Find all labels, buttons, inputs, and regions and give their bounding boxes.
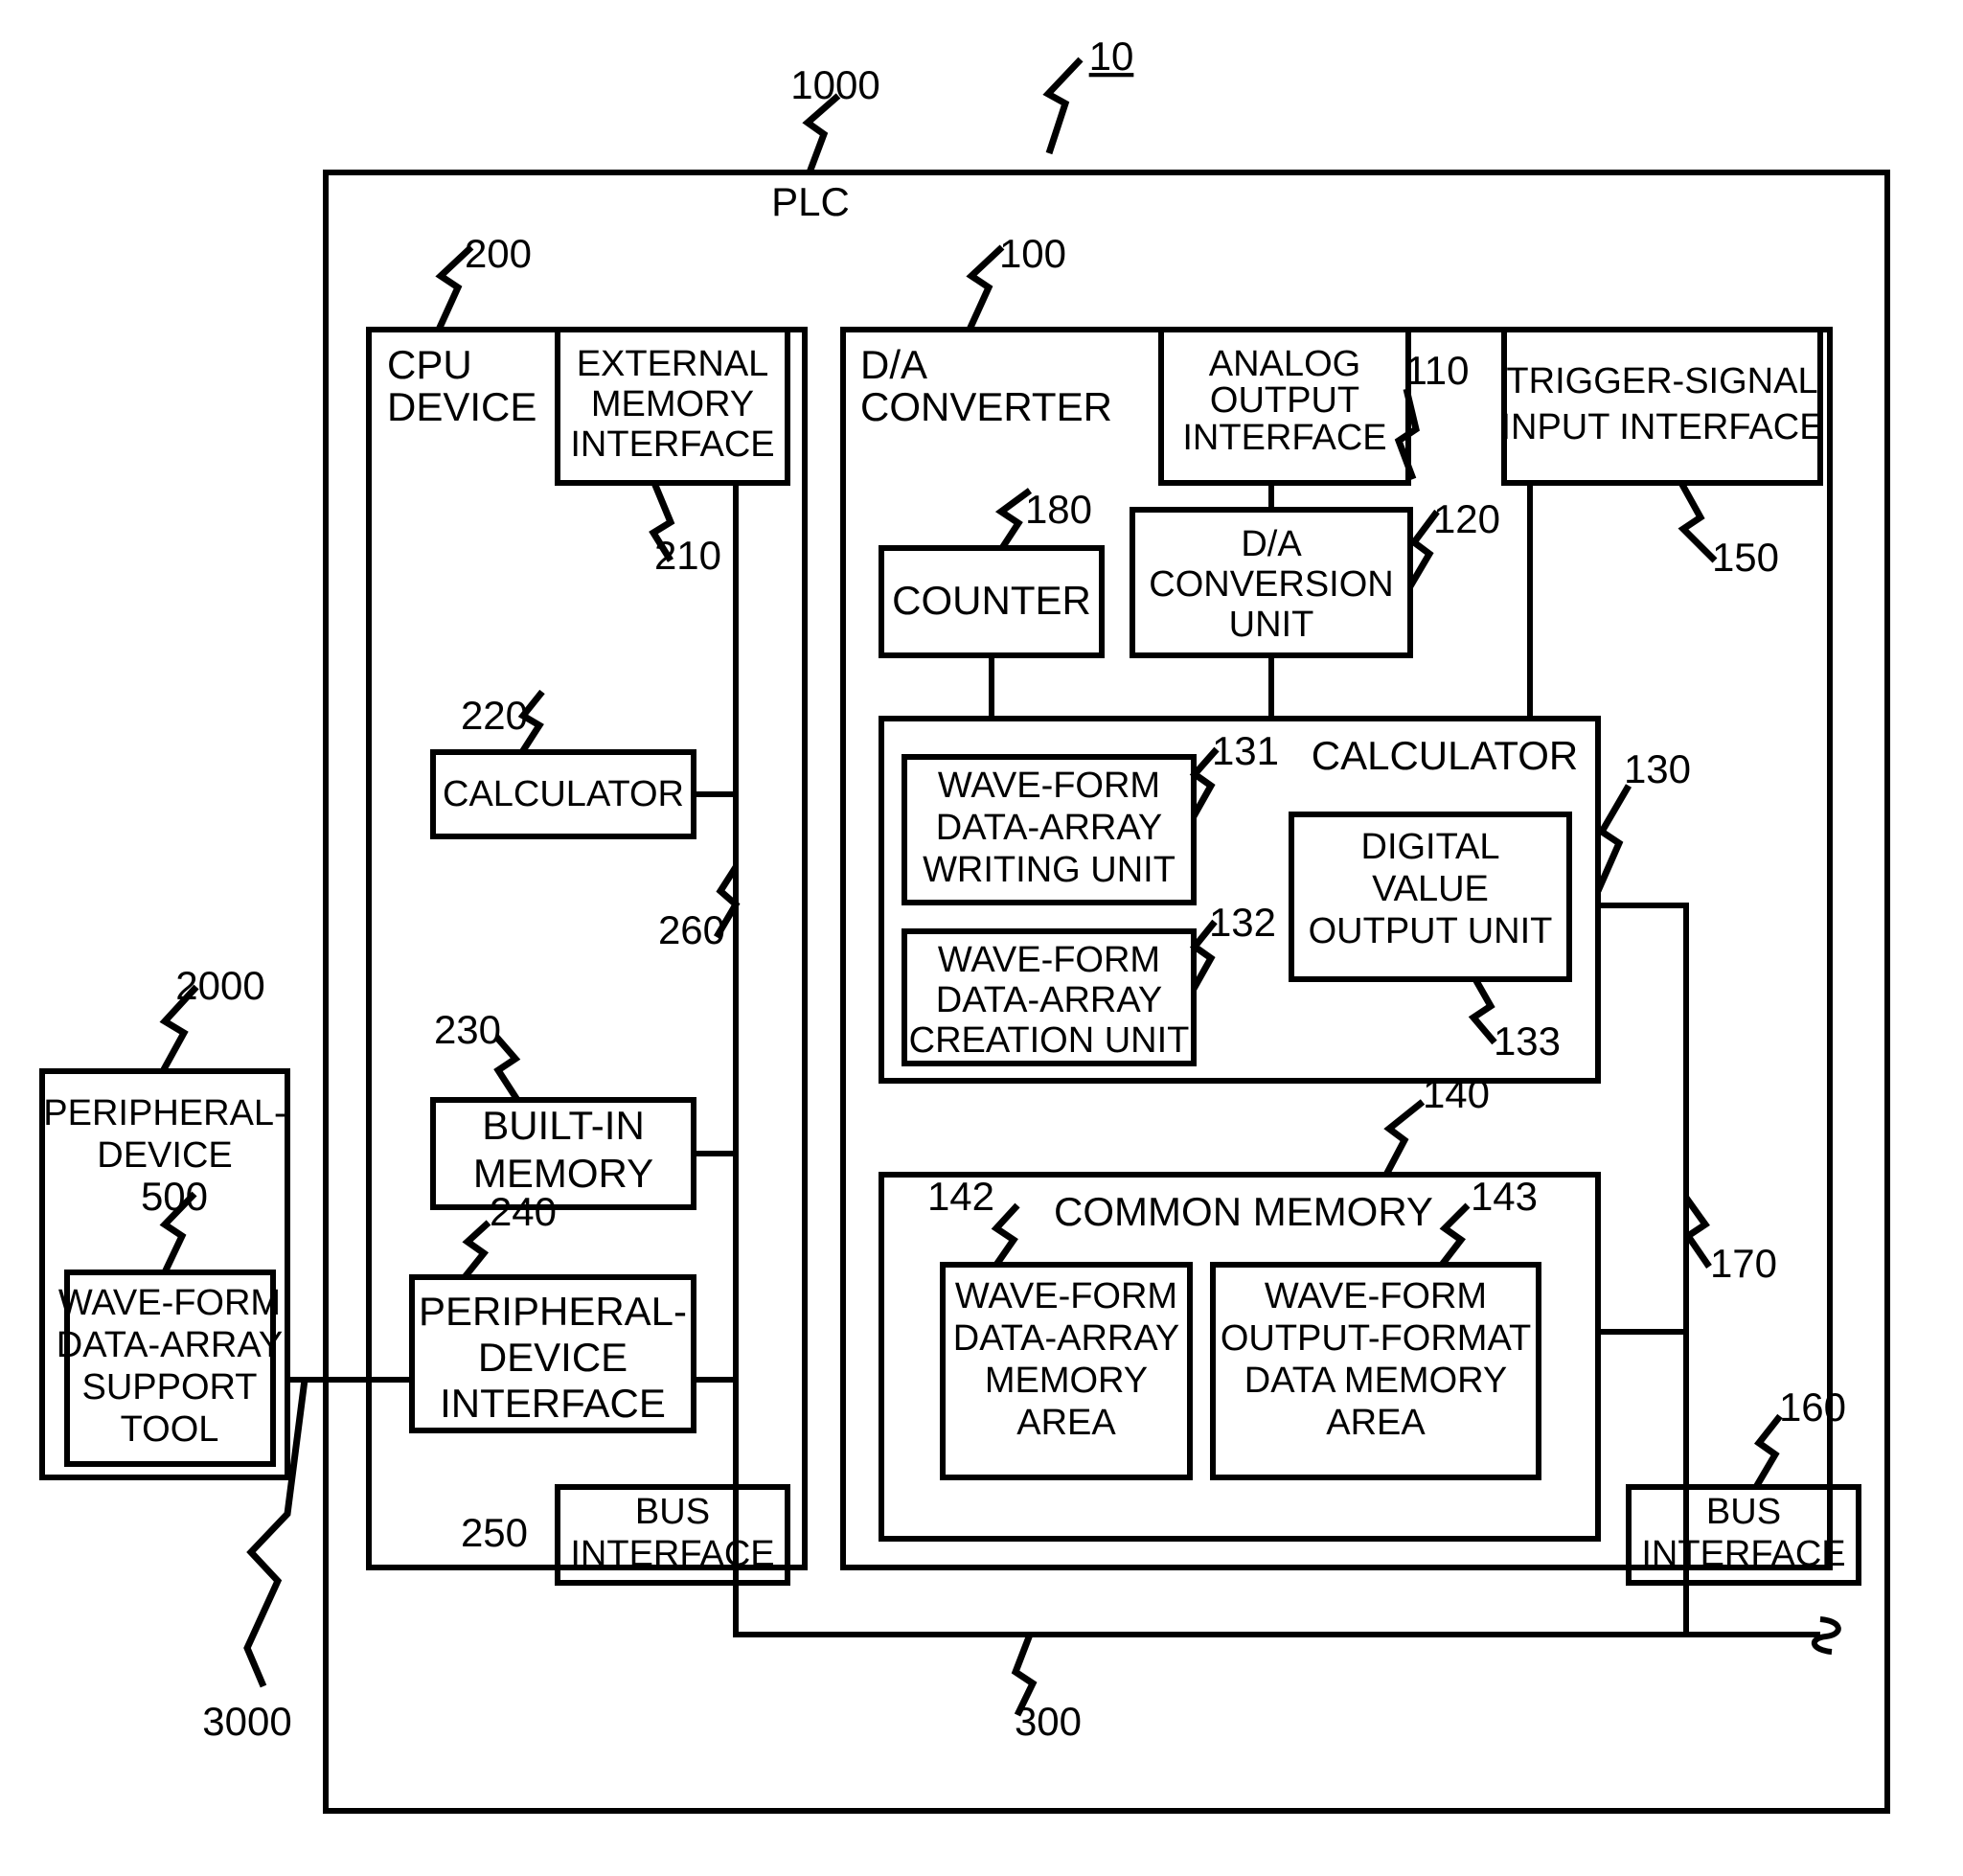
waveform-output-format-area-line4: AREA [1326,1403,1426,1443]
external-memory-interface-line3: INTERFACE [570,424,774,465]
block-diagram: 1000 10 PLC 200 210 220 260 230 240 250 … [39,34,1890,1814]
cpu-calculator-label: CALCULATOR [443,774,684,814]
ref-180: 180 [1025,487,1092,532]
waveform-writing-unit-line3: WRITING UNIT [923,850,1176,890]
support-tool-line1: WAVE-FORM [58,1283,281,1323]
waveform-creation-unit-line1: WAVE-FORM [938,940,1160,980]
waveform-writing-unit-line2: DATA-ARRAY [936,808,1162,848]
da-converter-title-line1: D/A [860,342,927,387]
support-tool-line4: TOOL [121,1409,219,1450]
da-converter-title-line2: CONVERTER [860,384,1112,429]
ref-120: 120 [1433,496,1500,541]
da-conversion-unit-line1: D/A [1241,524,1302,564]
analog-output-interface-line2: OUTPUT [1210,380,1359,421]
ref-170: 170 [1710,1241,1777,1286]
ref-140: 140 [1423,1071,1490,1116]
leader-170 [1683,1195,1712,1269]
built-in-memory-line2: MEMORY [473,1151,653,1196]
analog-output-interface-line1: ANALOG [1209,344,1360,384]
ref-150: 150 [1712,535,1779,580]
counter-label: COUNTER [892,578,1091,623]
support-tool-line2: DATA-ARRAY [57,1325,283,1365]
common-memory-label: COMMON MEMORY [1054,1189,1433,1234]
peripheral-device-line2: DEVICE [97,1135,232,1176]
external-memory-interface-line1: EXTERNAL [577,344,769,384]
ref-300: 300 [1015,1699,1082,1744]
waveform-data-array-memory-area-line3: MEMORY [985,1361,1148,1401]
ref-500: 500 [141,1174,208,1219]
ref-220: 220 [461,693,528,738]
leader-10 [1042,57,1084,155]
digital-value-output-unit-line1: DIGITAL [1361,827,1500,867]
cpu-bus-interface-line1: BUS [635,1492,710,1532]
waveform-data-array-memory-area-line4: AREA [1016,1403,1116,1443]
leader-130 [1594,784,1632,893]
ref-130: 130 [1624,746,1691,791]
external-memory-interface-line2: MEMORY [591,384,754,424]
waveform-data-array-memory-area-line2: DATA-ARRAY [953,1318,1179,1359]
waveform-creation-unit-line2: DATA-ARRAY [936,980,1162,1020]
support-tool-line3: SUPPORT [81,1367,257,1407]
ref-230: 230 [434,1007,501,1052]
leader-150 [1678,481,1718,563]
leader-142 [991,1202,1020,1267]
waveform-writing-unit-line1: WAVE-FORM [938,766,1160,806]
cpu-device-title-line2: DEVICE [387,384,536,429]
ref-10: 10 [1089,34,1134,79]
built-in-memory-line1: BUILT-IN [482,1103,645,1148]
cpu-bus-interface-line2: INTERFACE [570,1534,774,1574]
peripheral-device-interface-line3: INTERFACE [440,1381,666,1426]
da-calculator-label: CALCULATOR [1312,733,1579,778]
peripheral-device-interface-line1: PERIPHERAL- [419,1289,687,1334]
ref-2000: 2000 [175,963,264,1008]
plc-label: PLC [771,179,850,224]
cpu-device-title-line1: CPU [387,342,472,387]
peripheral-device-interface-line2: DEVICE [478,1335,628,1380]
digital-value-output-unit-line2: VALUE [1372,869,1489,909]
leader-143 [1439,1202,1471,1268]
ref-143: 143 [1471,1174,1538,1219]
peripheral-device-line1: PERIPHERAL- [43,1093,285,1133]
da-internal-bus-line [1598,903,1689,1552]
ref-250: 250 [461,1510,528,1555]
waveform-data-array-memory-area-line1: WAVE-FORM [955,1276,1177,1316]
leader-140 [1382,1099,1426,1177]
leader-240 [462,1220,491,1280]
ref-142: 142 [927,1174,994,1219]
ref-160: 160 [1779,1384,1846,1430]
analog-output-interface-line3: INTERFACE [1182,418,1386,458]
leader-110 [1394,388,1420,481]
patent-figure-canvas: 1000 10 PLC 200 210 220 260 230 240 250 … [0,0,1963,1876]
da-conversion-unit-line3: UNIT [1229,605,1314,645]
ref-210: 210 [654,533,721,578]
trigger-signal-input-interface-line2: INPUT INTERFACE [1500,407,1823,447]
da-bus-interface-line2: INTERFACE [1641,1534,1845,1574]
waveform-creation-unit-line3: CREATION UNIT [909,1020,1190,1061]
ref-240: 240 [490,1189,557,1234]
ref-132: 132 [1209,900,1276,945]
ref-200: 200 [465,231,532,276]
digital-value-output-unit-line3: OUTPUT UNIT [1309,911,1553,951]
trigger-signal-input-interface-box [1501,327,1823,486]
da-conversion-unit-line2: CONVERSION [1149,564,1393,605]
system-bus-break-symbol [1812,1616,1841,1655]
da-bus-interface-line1: BUS [1706,1492,1781,1532]
waveform-output-format-area-line2: OUTPUT-FORMAT [1221,1318,1531,1359]
ref-133: 133 [1494,1018,1561,1064]
ref-3000: 3000 [202,1699,291,1744]
ref-131: 131 [1212,728,1279,773]
ref-1000: 1000 [790,62,879,107]
leader-100 [966,244,1005,332]
waveform-output-format-area-line1: WAVE-FORM [1265,1276,1487,1316]
trigger-signal-input-interface-line1: TRIGGER-SIGNAL [1506,361,1817,401]
ref-100: 100 [999,231,1066,276]
leader-160 [1752,1413,1783,1489]
ref-110: 110 [1405,348,1470,393]
waveform-output-format-area-line3: DATA MEMORY [1244,1361,1507,1401]
ref-260: 260 [658,907,725,952]
leader-133 [1468,977,1497,1045]
